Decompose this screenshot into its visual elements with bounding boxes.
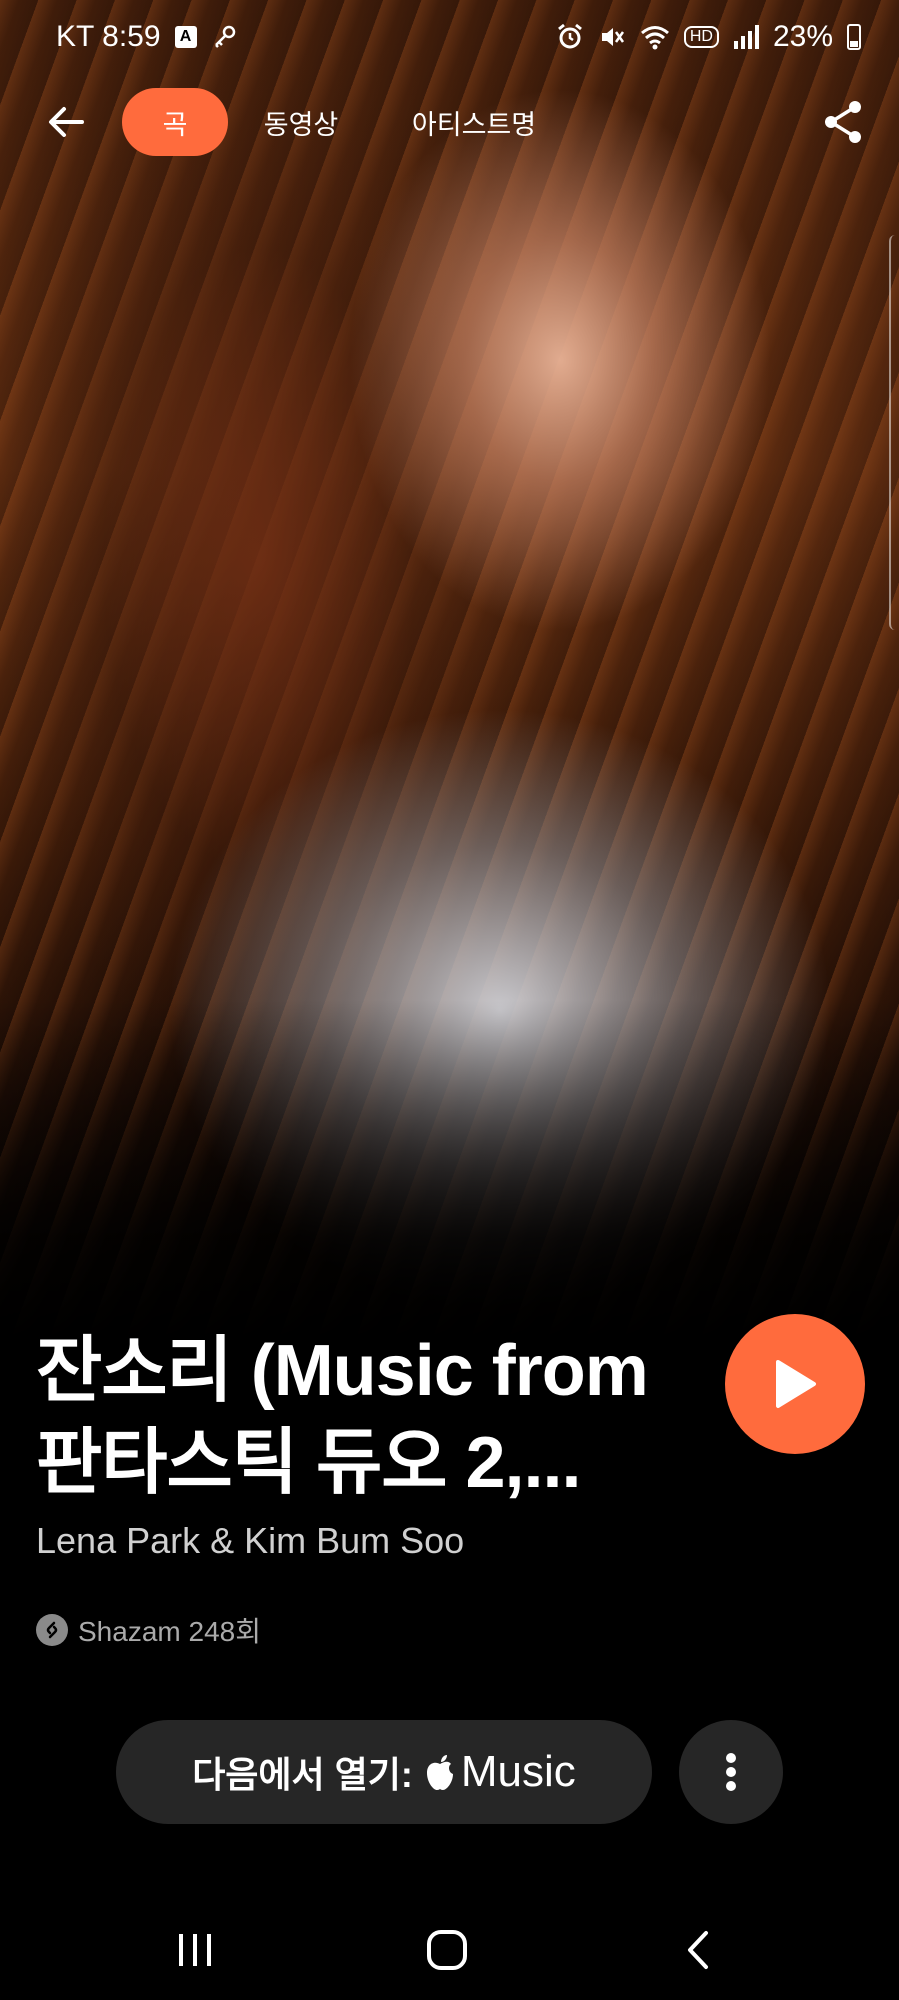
tab-video[interactable]: 동영상 bbox=[248, 88, 354, 156]
artist-name[interactable]: Lena Park & Kim Bum Soo bbox=[36, 1520, 464, 1562]
back-button[interactable] bbox=[36, 92, 96, 152]
hero-fade-overlay bbox=[0, 1000, 899, 1340]
status-right: HD 23% bbox=[556, 20, 861, 54]
mute-icon bbox=[598, 23, 626, 51]
status-bar: KT 8:59 A HD 23% bbox=[0, 0, 899, 74]
key-icon bbox=[211, 24, 239, 50]
apple-music-logo: Music bbox=[423, 1747, 576, 1797]
hd-icon: HD bbox=[683, 26, 719, 48]
signal-icon bbox=[733, 25, 759, 49]
a-badge-icon: A bbox=[174, 26, 197, 48]
home-button[interactable] bbox=[407, 1920, 487, 1980]
wifi-icon bbox=[640, 24, 670, 50]
system-nav-bar bbox=[0, 1900, 899, 2000]
more-options-button[interactable] bbox=[679, 1720, 783, 1824]
carrier-time: KT 8:59 bbox=[56, 20, 161, 53]
share-icon bbox=[825, 101, 861, 143]
open-in-label: 다음에서 열기: bbox=[192, 1754, 413, 1795]
system-back-button[interactable] bbox=[659, 1920, 739, 1980]
battery-percent: 23% bbox=[772, 20, 833, 53]
play-icon bbox=[776, 1360, 816, 1408]
song-title-line-2: 판타스틱 듀오 2,... bbox=[36, 1423, 582, 1503]
arrow-left-icon bbox=[49, 107, 84, 137]
tab-song[interactable]: 곡 bbox=[122, 88, 228, 156]
play-button[interactable] bbox=[725, 1314, 865, 1454]
chevron-left-icon bbox=[688, 1931, 708, 1969]
shazam-count: Shazam 248회 bbox=[36, 1612, 261, 1648]
home-icon bbox=[427, 1930, 467, 1970]
open-in-apple-music-button[interactable]: 다음에서 열기: Music bbox=[116, 1720, 652, 1824]
shazam-count-text: Shazam 248회 bbox=[78, 1616, 261, 1647]
recents-icon bbox=[179, 1934, 211, 1966]
more-vertical-icon bbox=[726, 1753, 736, 1791]
status-left: KT 8:59 A bbox=[56, 20, 239, 54]
apple-icon bbox=[426, 1755, 453, 1790]
share-button[interactable] bbox=[813, 92, 873, 152]
shazam-icon bbox=[36, 1614, 68, 1646]
apple-music-service-name: Music bbox=[460, 1747, 576, 1796]
edge-panel-handle[interactable] bbox=[889, 235, 899, 630]
alarm-icon bbox=[556, 23, 584, 51]
top-nav: 곡 동영상 아티스트명 bbox=[0, 82, 899, 162]
battery-icon bbox=[847, 24, 861, 50]
recents-button[interactable] bbox=[155, 1920, 235, 1980]
song-title: 잔소리 (Music from 판타스틱 듀오 2,... bbox=[36, 1325, 696, 1509]
tab-artist[interactable]: 아티스트명 bbox=[398, 88, 550, 156]
song-title-line-1: 잔소리 (Music from bbox=[36, 1331, 649, 1411]
